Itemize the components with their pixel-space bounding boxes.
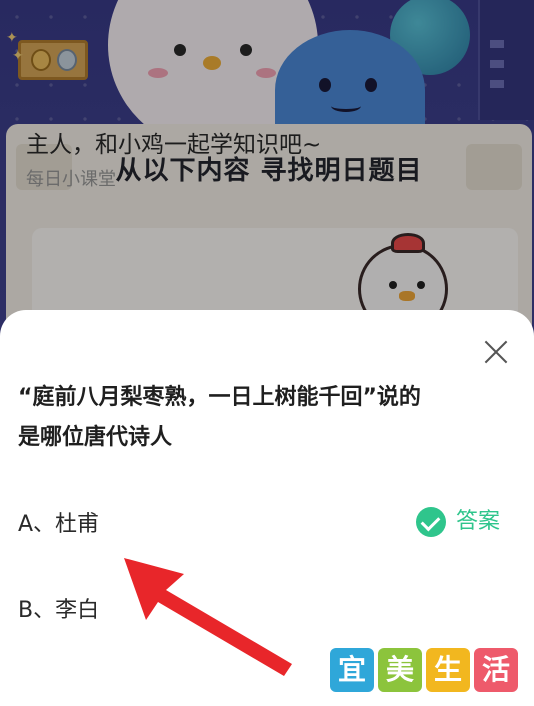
option-b-label: B、李白 bbox=[18, 598, 100, 623]
answer-label: 答案 bbox=[456, 509, 501, 534]
close-icon[interactable] bbox=[478, 334, 514, 370]
watermark-char-3: 生 bbox=[426, 648, 470, 692]
question-text: “庭前八月梨枣熟，一日上树能千回”说的 是哪位唐代诗人 bbox=[18, 378, 518, 458]
option-a-label: A、杜甫 bbox=[18, 512, 100, 537]
watermark-char-4: 活 bbox=[474, 648, 518, 692]
option-b[interactable]: B、李白 bbox=[0, 580, 534, 636]
option-a[interactable]: A、杜甫 答案 bbox=[0, 494, 534, 550]
watermark-char-2: 美 bbox=[378, 648, 422, 692]
watermark-logo: 宜 美 生 活 bbox=[330, 648, 520, 694]
question-line-1: “庭前八月梨枣熟，一日上树能千回”说的 bbox=[18, 385, 421, 410]
question-line-2: 是哪位唐代诗人 bbox=[18, 425, 173, 450]
check-circle-icon bbox=[416, 507, 446, 537]
watermark-char-1: 宜 bbox=[330, 648, 374, 692]
